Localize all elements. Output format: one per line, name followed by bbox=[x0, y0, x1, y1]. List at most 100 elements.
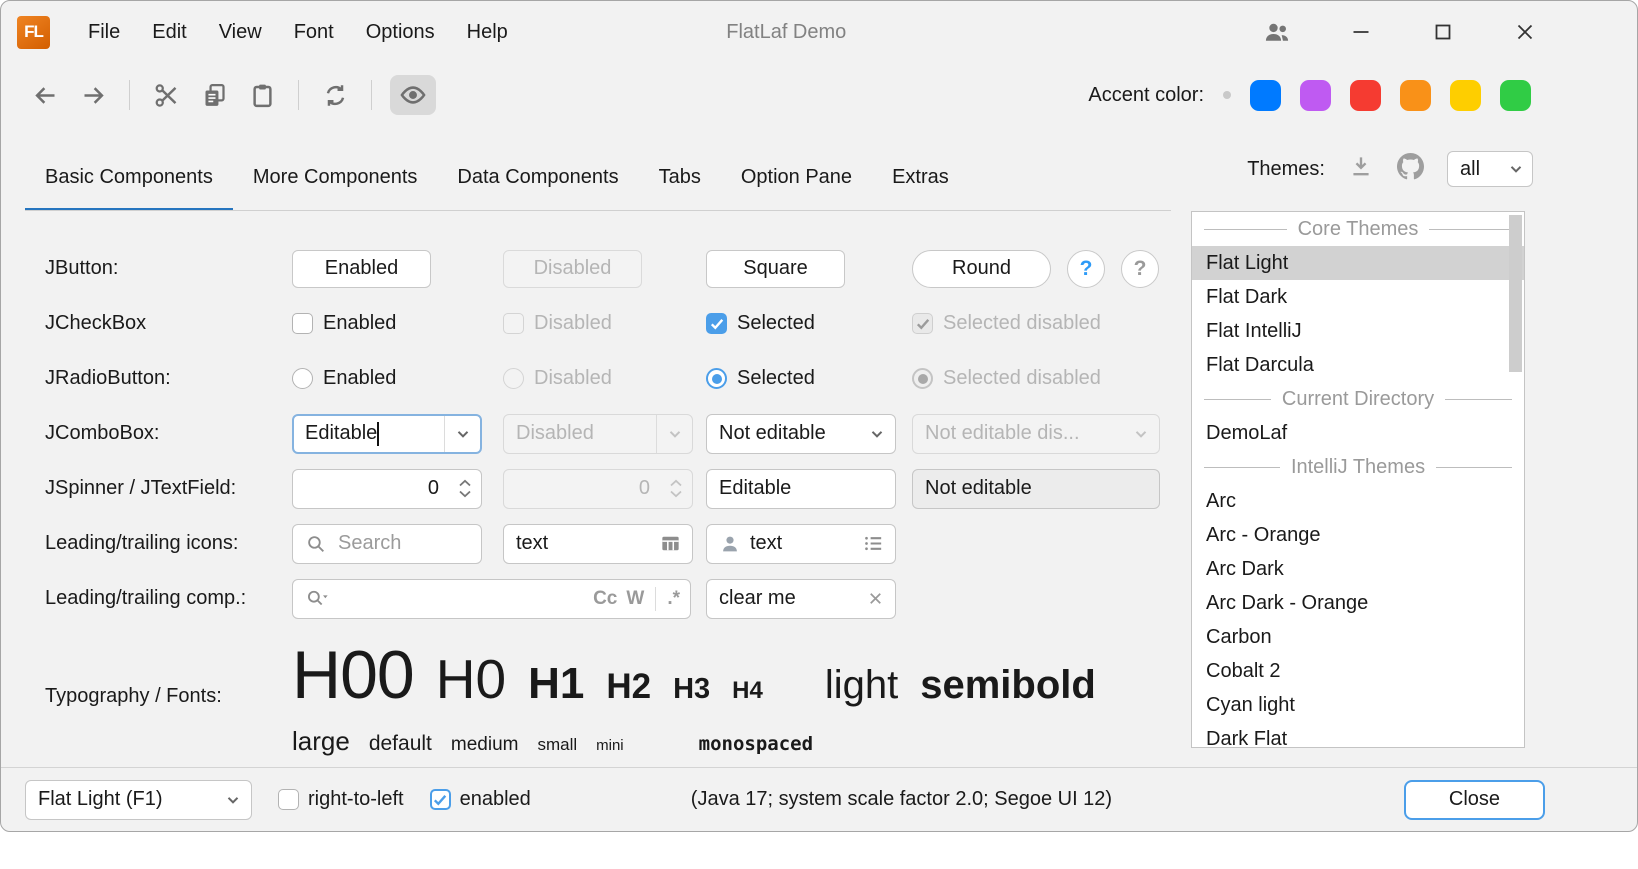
text-field-person-list[interactable]: text bbox=[706, 524, 896, 564]
menu-font[interactable]: Font bbox=[278, 14, 350, 51]
enabled-button[interactable]: Enabled bbox=[292, 250, 431, 288]
list-icon[interactable] bbox=[862, 532, 885, 555]
h4-sample: H4 bbox=[732, 677, 763, 705]
checkbox-label: Selected disabled bbox=[943, 312, 1101, 335]
theme-item-demolaf[interactable]: DemoLaf bbox=[1192, 416, 1524, 450]
combobox-not-editable[interactable]: Not editable bbox=[706, 414, 896, 454]
tab-option-pane[interactable]: Option Pane bbox=[721, 166, 872, 211]
tab-extras[interactable]: Extras bbox=[872, 166, 969, 211]
tab-basic-components[interactable]: Basic Components bbox=[25, 166, 233, 211]
textfield-value: Editable bbox=[719, 477, 791, 500]
theme-item-flat-dark[interactable]: Flat Dark bbox=[1192, 280, 1524, 314]
theme-item-flat-darcula[interactable]: Flat Darcula bbox=[1192, 348, 1524, 382]
themes-header: Themes: all bbox=[1247, 127, 1637, 211]
search-field[interactable] bbox=[292, 524, 482, 564]
forward-button[interactable] bbox=[75, 77, 111, 113]
match-case-toggle[interactable]: Cc bbox=[593, 588, 617, 610]
app-window: FL File Edit View Font Options Help Flat… bbox=[0, 0, 1638, 832]
tab-data-components[interactable]: Data Components bbox=[437, 166, 638, 211]
accent-swatch-yellow[interactable] bbox=[1450, 80, 1481, 111]
theme-item-cobalt-2[interactable]: Cobalt 2 bbox=[1192, 654, 1524, 688]
enabled-checkbox-icon[interactable] bbox=[430, 789, 451, 810]
refresh-button[interactable] bbox=[317, 77, 353, 113]
enabled-checkbox-group[interactable]: enabled bbox=[430, 788, 531, 811]
h0-sample: H0 bbox=[436, 647, 506, 711]
minimize-icon[interactable] bbox=[1349, 20, 1373, 44]
whole-word-toggle[interactable]: W bbox=[626, 588, 644, 610]
regex-toggle[interactable]: .* bbox=[667, 588, 680, 610]
accent-swatch-purple[interactable] bbox=[1300, 80, 1331, 111]
checkbox-disabled: Disabled bbox=[503, 312, 706, 335]
checkbox-selected[interactable]: Selected bbox=[706, 312, 912, 335]
checkbox-icon[interactable] bbox=[292, 313, 313, 334]
clearable-field[interactable]: clear me bbox=[706, 579, 896, 619]
theme-item-dark-flat[interactable]: Dark Flat bbox=[1192, 722, 1524, 748]
search-input[interactable] bbox=[336, 531, 471, 556]
menu-edit[interactable]: Edit bbox=[136, 14, 202, 51]
square-button[interactable]: Square bbox=[706, 250, 845, 288]
theme-item-flat-intellij[interactable]: Flat IntelliJ bbox=[1192, 314, 1524, 348]
round-button[interactable]: Round bbox=[912, 250, 1051, 288]
spinner[interactable]: 0 bbox=[292, 469, 482, 509]
radio-label: Enabled bbox=[323, 367, 396, 390]
github-icon[interactable] bbox=[1397, 153, 1424, 186]
menu-help[interactable]: Help bbox=[451, 14, 524, 51]
combobox-editable[interactable]: Editable bbox=[292, 414, 482, 454]
radio-enabled[interactable]: Enabled bbox=[292, 367, 503, 390]
accent-swatch-green[interactable] bbox=[1500, 80, 1531, 111]
menu-options[interactable]: Options bbox=[350, 14, 451, 51]
table-icon[interactable] bbox=[659, 532, 682, 555]
chevron-down-icon[interactable] bbox=[859, 415, 895, 453]
themes-filter-combo[interactable]: all bbox=[1447, 151, 1533, 187]
accent-swatch-blue[interactable] bbox=[1250, 80, 1281, 111]
theme-item-cyan-light[interactable]: Cyan light bbox=[1192, 688, 1524, 722]
show-hidden-toggle[interactable] bbox=[390, 75, 436, 115]
copy-button[interactable] bbox=[196, 77, 232, 113]
tab-tabs[interactable]: Tabs bbox=[639, 166, 721, 211]
theme-item-arc-dark[interactable]: Arc Dark bbox=[1192, 552, 1524, 586]
download-icon[interactable] bbox=[1348, 153, 1374, 185]
theme-item-carbon[interactable]: Carbon bbox=[1192, 620, 1524, 654]
themes-panel: Core Themes Flat Light Flat Dark Flat In… bbox=[1191, 211, 1525, 767]
menu-view[interactable]: View bbox=[203, 14, 278, 51]
enabled-checkbox-label: enabled bbox=[460, 788, 531, 811]
theme-item-arc-orange[interactable]: Arc - Orange bbox=[1192, 518, 1524, 552]
theme-item-flat-light[interactable]: Flat Light bbox=[1192, 246, 1524, 280]
radio-label: Disabled bbox=[534, 367, 612, 390]
rtl-checkbox-group[interactable]: right-to-left bbox=[278, 788, 404, 811]
clear-icon[interactable] bbox=[866, 589, 885, 608]
maximize-icon[interactable] bbox=[1431, 20, 1455, 44]
light-weight-sample: light bbox=[825, 663, 898, 708]
cut-button[interactable] bbox=[148, 77, 184, 113]
close-icon[interactable] bbox=[1513, 20, 1537, 44]
accent-swatch-orange[interactable] bbox=[1400, 80, 1431, 111]
rtl-checkbox-icon[interactable] bbox=[278, 789, 299, 810]
lookandfeel-combo[interactable]: Flat Light (F1) bbox=[25, 780, 252, 820]
accent-swatch-red[interactable] bbox=[1350, 80, 1381, 111]
person-icon bbox=[719, 533, 741, 555]
users-icon[interactable] bbox=[1263, 18, 1291, 46]
menu-file[interactable]: File bbox=[72, 14, 136, 51]
chevron-down-icon[interactable] bbox=[444, 416, 480, 452]
radio-selected[interactable]: Selected bbox=[706, 367, 912, 390]
spinner-value[interactable]: 0 bbox=[293, 477, 449, 500]
themes-list[interactable]: Core Themes Flat Light Flat Dark Flat In… bbox=[1191, 211, 1525, 748]
back-button[interactable] bbox=[27, 77, 63, 113]
theme-item-arc[interactable]: Arc bbox=[1192, 484, 1524, 518]
checkbox-enabled[interactable]: Enabled bbox=[292, 312, 503, 335]
tab-more-components[interactable]: More Components bbox=[233, 166, 438, 211]
text-field-table-icon[interactable]: text bbox=[503, 524, 693, 564]
radio-selected-icon[interactable] bbox=[706, 368, 727, 389]
h3-sample: H3 bbox=[673, 673, 710, 706]
checkbox-checked-icon[interactable] bbox=[706, 313, 727, 334]
textfield-editable[interactable]: Editable bbox=[706, 469, 896, 509]
help-button[interactable]: ? bbox=[1067, 250, 1105, 288]
search-menu-icon[interactable] bbox=[305, 588, 331, 610]
search-field-with-options[interactable]: Cc W .* bbox=[292, 579, 691, 619]
close-button[interactable]: Close bbox=[1404, 780, 1545, 820]
radio-icon[interactable] bbox=[292, 368, 313, 389]
paste-button[interactable] bbox=[244, 77, 280, 113]
scrollbar-thumb[interactable] bbox=[1509, 215, 1522, 372]
spinner-arrows[interactable] bbox=[449, 470, 481, 508]
theme-item-arc-dark-orange[interactable]: Arc Dark - Orange bbox=[1192, 586, 1524, 620]
